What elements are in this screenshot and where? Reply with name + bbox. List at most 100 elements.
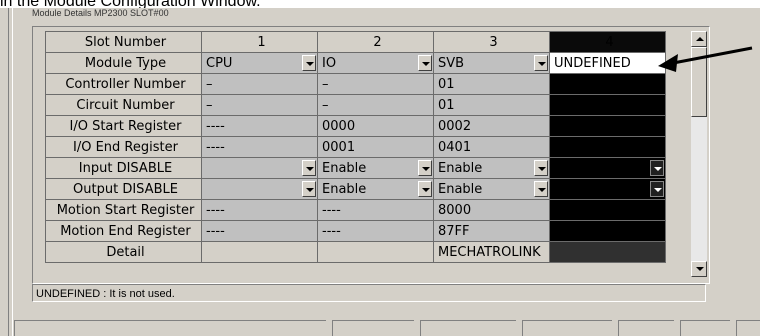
dropdown-arrow-icon[interactable] — [534, 181, 548, 197]
dropdown-arrow-icon[interactable] — [418, 55, 432, 71]
controller-number-cell-1[interactable]: – — [201, 73, 318, 95]
table-row: Input DISABLE Enable Enable — [45, 157, 666, 179]
motion-end-register-cell-3[interactable]: 87FF — [433, 220, 550, 242]
cell-value: Enable — [438, 160, 483, 176]
row-label-input-disable: Input DISABLE — [45, 157, 202, 179]
output-disable-cell-2[interactable]: Enable — [317, 178, 434, 200]
row-label-motion-end-register: Motion End Register — [45, 220, 202, 242]
controller-number-cell-2[interactable]: – — [317, 73, 434, 95]
table-row: Controller Number – – 01 – — [45, 73, 666, 95]
dropdown-arrow-icon[interactable] — [650, 160, 664, 176]
dropdown-arrow-icon[interactable] — [418, 181, 432, 197]
row-label-motion-start-register: Motion Start Register — [45, 199, 202, 221]
slot-number-header: Slot Number — [45, 31, 202, 53]
cell-value: Enable — [322, 181, 367, 197]
detail-button-4[interactable] — [549, 241, 666, 263]
table-row: Output DISABLE Enable Enable — [45, 178, 666, 200]
io-end-register-cell-3[interactable]: 0401 — [433, 136, 550, 158]
io-start-register-cell-2[interactable]: 0000 — [317, 115, 434, 137]
motion-end-register-cell-1[interactable]: ---- — [201, 220, 318, 242]
circuit-number-cell-1[interactable]: – — [201, 94, 318, 116]
table-row: I/O End Register ---- 0001 0401 ---- — [45, 136, 666, 158]
module-details-window: Module Details MP2300 SLOT#00 Slot Numbe… — [0, 8, 760, 336]
row-label-output-disable: Output DISABLE — [45, 178, 202, 200]
status-pane — [736, 320, 760, 336]
detail-button-3[interactable]: MECHATROLINK — [433, 241, 550, 263]
cell-value: UNDEFINED — [554, 55, 631, 71]
scroll-up-icon[interactable] — [691, 31, 707, 47]
cell-value: Enable — [322, 160, 367, 176]
input-disable-cell-3[interactable]: Enable — [433, 157, 550, 179]
dropdown-arrow-icon[interactable] — [650, 181, 664, 197]
controller-number-cell-4[interactable]: – — [549, 73, 666, 95]
dropdown-arrow-icon[interactable] — [302, 160, 316, 176]
detail-button-1[interactable] — [201, 241, 318, 263]
status-pane — [680, 320, 730, 336]
output-disable-cell-3[interactable]: Enable — [433, 178, 550, 200]
cell-value: CPU — [206, 55, 233, 71]
controller-number-cell-3[interactable]: 01 — [433, 73, 550, 95]
table-row: Detail MECHATROLINK — [45, 241, 666, 263]
output-disable-cell-4[interactable] — [549, 178, 666, 200]
io-end-register-cell-2[interactable]: 0001 — [317, 136, 434, 158]
cell-value: Enable — [438, 181, 483, 197]
callout-arrow-icon — [658, 46, 753, 72]
slot-1-header[interactable]: 1 — [201, 31, 318, 53]
io-start-register-cell-3[interactable]: 0002 — [433, 115, 550, 137]
input-disable-cell-4[interactable] — [549, 157, 666, 179]
input-disable-cell-1[interactable] — [201, 157, 318, 179]
table-row: I/O Start Register ---- 0000 0002 ---- — [45, 115, 666, 137]
module-type-cell-1[interactable]: CPU — [201, 52, 318, 74]
motion-start-register-cell-3[interactable]: 8000 — [433, 199, 550, 221]
io-end-register-cell-4[interactable]: ---- — [549, 136, 666, 158]
motion-start-register-cell-2[interactable]: ---- — [317, 199, 434, 221]
slot-2-header[interactable]: 2 — [317, 31, 434, 53]
motion-end-register-cell-4[interactable]: ---- — [549, 220, 666, 242]
dropdown-arrow-icon[interactable] — [534, 160, 548, 176]
motion-end-register-cell-2[interactable]: ---- — [317, 220, 434, 242]
row-label-circuit-number: Circuit Number — [45, 94, 202, 116]
module-type-cell-2[interactable]: IO — [317, 52, 434, 74]
cell-value: IO — [322, 55, 337, 71]
status-bar — [14, 320, 760, 336]
slot-4-header[interactable]: 4 — [549, 31, 666, 53]
circuit-number-cell-3[interactable]: 01 — [433, 94, 550, 116]
status-pane — [332, 320, 414, 336]
status-pane — [420, 320, 516, 336]
circuit-number-cell-4[interactable]: – — [549, 94, 666, 116]
circuit-number-cell-2[interactable]: – — [317, 94, 434, 116]
motion-start-register-cell-4[interactable]: ---- — [549, 199, 666, 221]
module-type-cell-3[interactable]: SVB — [433, 52, 550, 74]
module-grid-panel: Slot Number 1 2 3 4 Module Type CPU IO S… — [32, 26, 710, 284]
status-message: UNDEFINED : It is not used. — [32, 284, 706, 302]
row-label-io-end-register: I/O End Register — [45, 136, 202, 158]
status-pane — [14, 320, 326, 336]
window-border — [8, 8, 13, 336]
module-type-cell-4[interactable]: UNDEFINED — [549, 52, 666, 74]
table-row: Circuit Number – – 01 – — [45, 94, 666, 116]
table-row: Motion End Register ---- ---- 87FF ---- — [45, 220, 666, 242]
slot-3-header[interactable]: 3 — [433, 31, 550, 53]
dropdown-arrow-icon[interactable] — [418, 160, 432, 176]
io-start-register-cell-1[interactable]: ---- — [201, 115, 318, 137]
status-pane — [618, 320, 674, 336]
module-grid: Slot Number 1 2 3 4 Module Type CPU IO S… — [45, 31, 666, 263]
dropdown-arrow-icon[interactable] — [534, 55, 548, 71]
status-pane — [522, 320, 612, 336]
io-end-register-cell-1[interactable]: ---- — [201, 136, 318, 158]
dropdown-arrow-icon[interactable] — [302, 55, 316, 71]
input-disable-cell-2[interactable]: Enable — [317, 157, 434, 179]
detail-button-2[interactable] — [317, 241, 434, 263]
header-row: Slot Number 1 2 3 4 — [45, 31, 666, 53]
scroll-down-icon[interactable] — [691, 261, 707, 277]
table-row: Module Type CPU IO SVB UNDEFINED — [45, 52, 666, 74]
dropdown-arrow-icon[interactable] — [302, 181, 316, 197]
cell-value: SVB — [438, 55, 465, 71]
io-start-register-cell-4[interactable]: ---- — [549, 115, 666, 137]
table-row: Motion Start Register ---- ---- 8000 ---… — [45, 199, 666, 221]
output-disable-cell-1[interactable] — [201, 178, 318, 200]
row-label-detail: Detail — [45, 241, 202, 263]
row-label-module-type: Module Type — [45, 52, 202, 74]
motion-start-register-cell-1[interactable]: ---- — [201, 199, 318, 221]
row-label-io-start-register: I/O Start Register — [45, 115, 202, 137]
